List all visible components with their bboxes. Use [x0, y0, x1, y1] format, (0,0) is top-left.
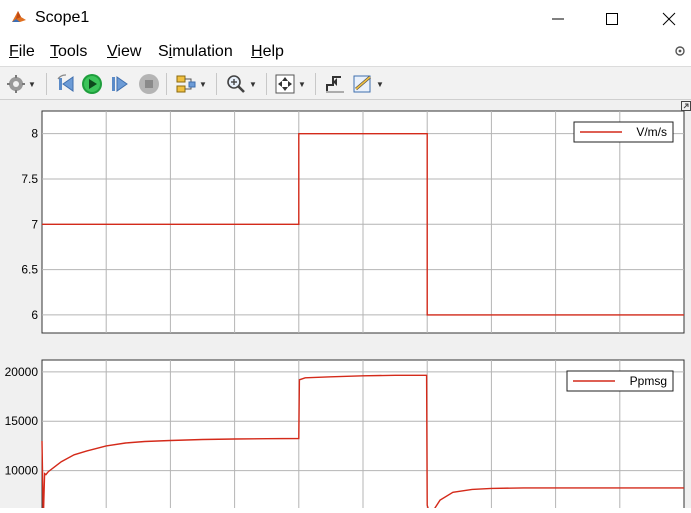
toolbar: ▼ ▼ ▼ ▼ ▼ — [0, 66, 691, 100]
scope-display: 66.577.58V/m/s5000100001500020000Ppmsg — [0, 100, 691, 513]
step-forward-button[interactable] — [109, 73, 131, 95]
maximize-icon — [606, 13, 618, 25]
menu-file[interactable]: File — [9, 43, 35, 61]
minimize-icon — [552, 18, 564, 20]
toolbar-separator — [46, 73, 47, 95]
autoscale-icon — [275, 74, 295, 94]
scope-plots: 66.577.58V/m/s5000100001500020000Ppmsg — [5, 110, 685, 513]
zoom-icon — [227, 75, 245, 93]
triggers-icon — [326, 76, 344, 93]
toolbar-separator — [216, 73, 217, 95]
undock-icon[interactable] — [681, 101, 691, 111]
zoom-button[interactable]: ▼ — [225, 73, 257, 95]
settings-icon — [7, 75, 25, 93]
window-title: Scope1 — [35, 9, 90, 26]
step-forward-icon — [112, 76, 128, 92]
highlight-block-icon — [176, 75, 196, 93]
stop-button[interactable] — [138, 73, 160, 95]
menu-view[interactable]: View — [107, 43, 141, 61]
y-tick-label: 6 — [31, 308, 38, 322]
minimize-button[interactable] — [536, 4, 580, 34]
chevron-down-icon: ▼ — [199, 79, 207, 89]
y-tick-label: 20000 — [5, 365, 39, 379]
chevron-down-icon: ▼ — [298, 79, 306, 89]
legend-label: V/m/s — [636, 125, 667, 139]
toolbar-separator — [266, 73, 267, 95]
configuration-properties-button[interactable]: ▼ — [6, 73, 36, 95]
maximize-button[interactable] — [590, 4, 634, 34]
menu-simulation[interactable]: Simulation — [158, 43, 233, 61]
chevron-down-icon: ▼ — [249, 79, 257, 89]
y-tick-label: 10000 — [5, 464, 39, 478]
measurements-button[interactable]: ▼ — [352, 73, 384, 95]
step-back-icon — [57, 74, 74, 92]
y-tick-label: 7 — [31, 217, 38, 231]
close-button[interactable] — [647, 4, 691, 34]
triggers-button[interactable] — [324, 73, 346, 95]
run-icon — [82, 74, 102, 94]
toolbar-separator — [166, 73, 167, 95]
measurements-icon — [353, 75, 371, 93]
chevron-down-icon: ▼ — [376, 79, 384, 89]
run-button[interactable] — [81, 73, 103, 95]
highlight-block-button[interactable]: ▼ — [175, 73, 207, 95]
legend-label: Ppmsg — [630, 374, 667, 388]
menu-tools[interactable]: Tools — [50, 43, 87, 61]
toolbar-separator — [315, 73, 316, 95]
close-icon — [662, 12, 676, 26]
autoscale-button[interactable]: ▼ — [274, 73, 306, 95]
step-back-button[interactable] — [55, 73, 77, 95]
pin-toolbar-icon[interactable] — [673, 44, 687, 58]
menu-bar: File Tools View Simulation Help — [0, 38, 691, 66]
menu-help[interactable]: Help — [251, 43, 284, 61]
title-bar: Scope1 — [0, 0, 691, 38]
chevron-down-icon: ▼ — [28, 79, 36, 89]
y-tick-label: 7.5 — [21, 172, 38, 186]
matlab-scope-icon — [11, 9, 27, 25]
y-tick-label: 8 — [31, 127, 38, 141]
stop-icon — [139, 74, 159, 94]
y-tick-label: 6.5 — [21, 263, 38, 277]
y-tick-label: 15000 — [5, 414, 39, 428]
